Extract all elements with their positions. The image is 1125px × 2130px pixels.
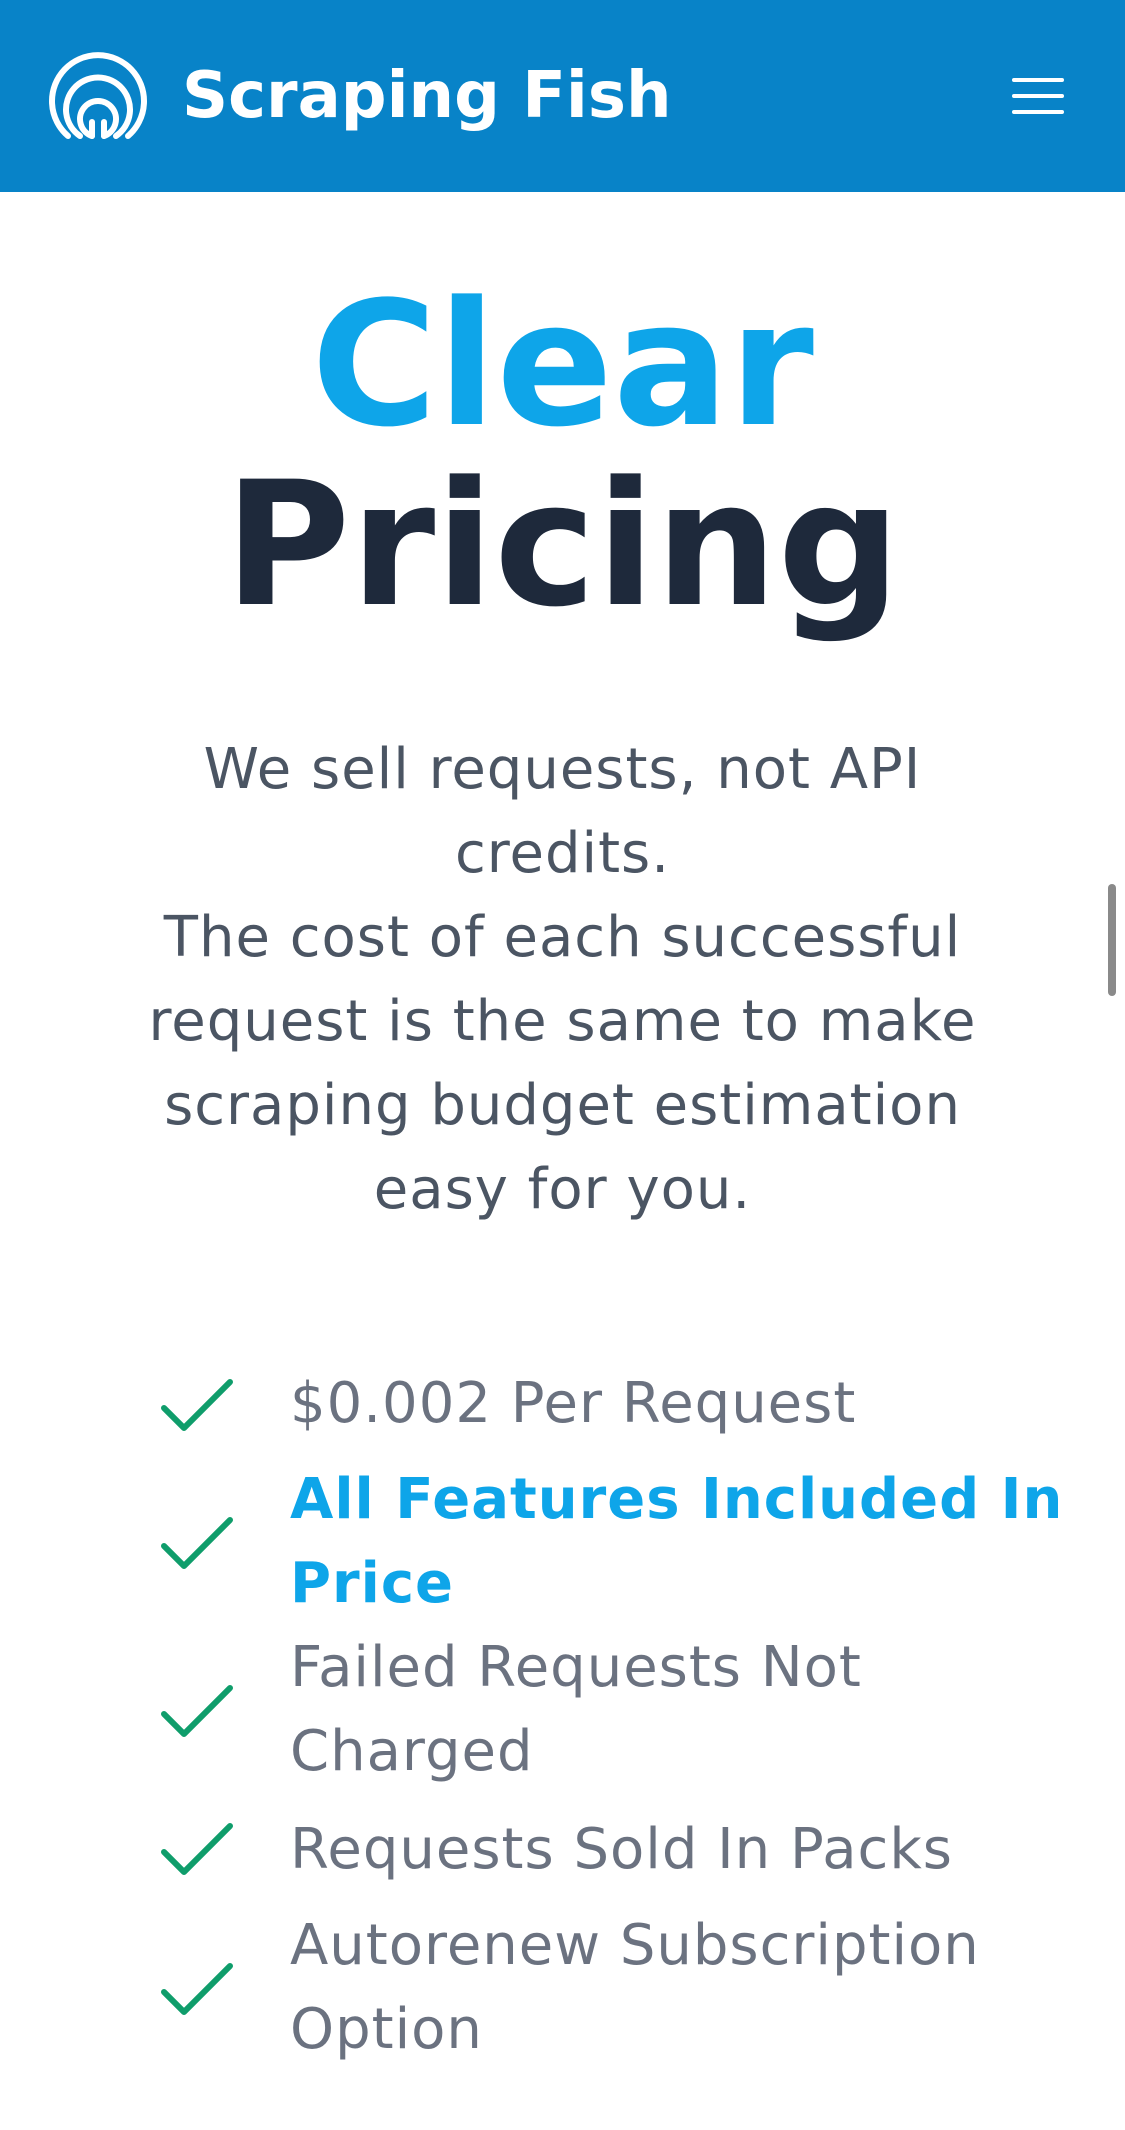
- scrollbar-thumb[interactable]: [1108, 884, 1116, 996]
- pricing-description: We sell requests, not API credits. The c…: [120, 728, 1005, 1232]
- description-line: We sell requests, not API credits.: [203, 737, 922, 886]
- feature-label: All Features Included In Price: [290, 1467, 1064, 1616]
- feature-label: Requests Sold In Packs: [290, 1817, 953, 1882]
- feature-label: Autorenew Subscription Option: [290, 1913, 980, 2062]
- brand-name[interactable]: Scraping Fish: [182, 54, 672, 138]
- hero-title-main: Pricing: [224, 444, 901, 645]
- menu-bar: [1012, 110, 1064, 114]
- check-icon: [158, 1818, 238, 1882]
- menu-bar: [1012, 94, 1064, 98]
- feature-label: $0.002 Per Request: [290, 1371, 857, 1436]
- scraping-fish-logo-icon[interactable]: [46, 44, 150, 148]
- top-navbar: Scraping Fish: [0, 0, 1125, 192]
- menu-bar: [1012, 78, 1064, 82]
- feature-label: Failed Requests Not Charged: [290, 1635, 862, 1784]
- description-line: The cost of each successful request is t…: [148, 905, 977, 1222]
- check-icon: [158, 1680, 238, 1744]
- check-icon: [158, 1512, 238, 1576]
- check-icon: [158, 1958, 238, 2022]
- hero-title-accent: Clear: [311, 264, 814, 465]
- check-icon: [158, 1374, 238, 1438]
- hamburger-menu-icon[interactable]: [1008, 72, 1068, 120]
